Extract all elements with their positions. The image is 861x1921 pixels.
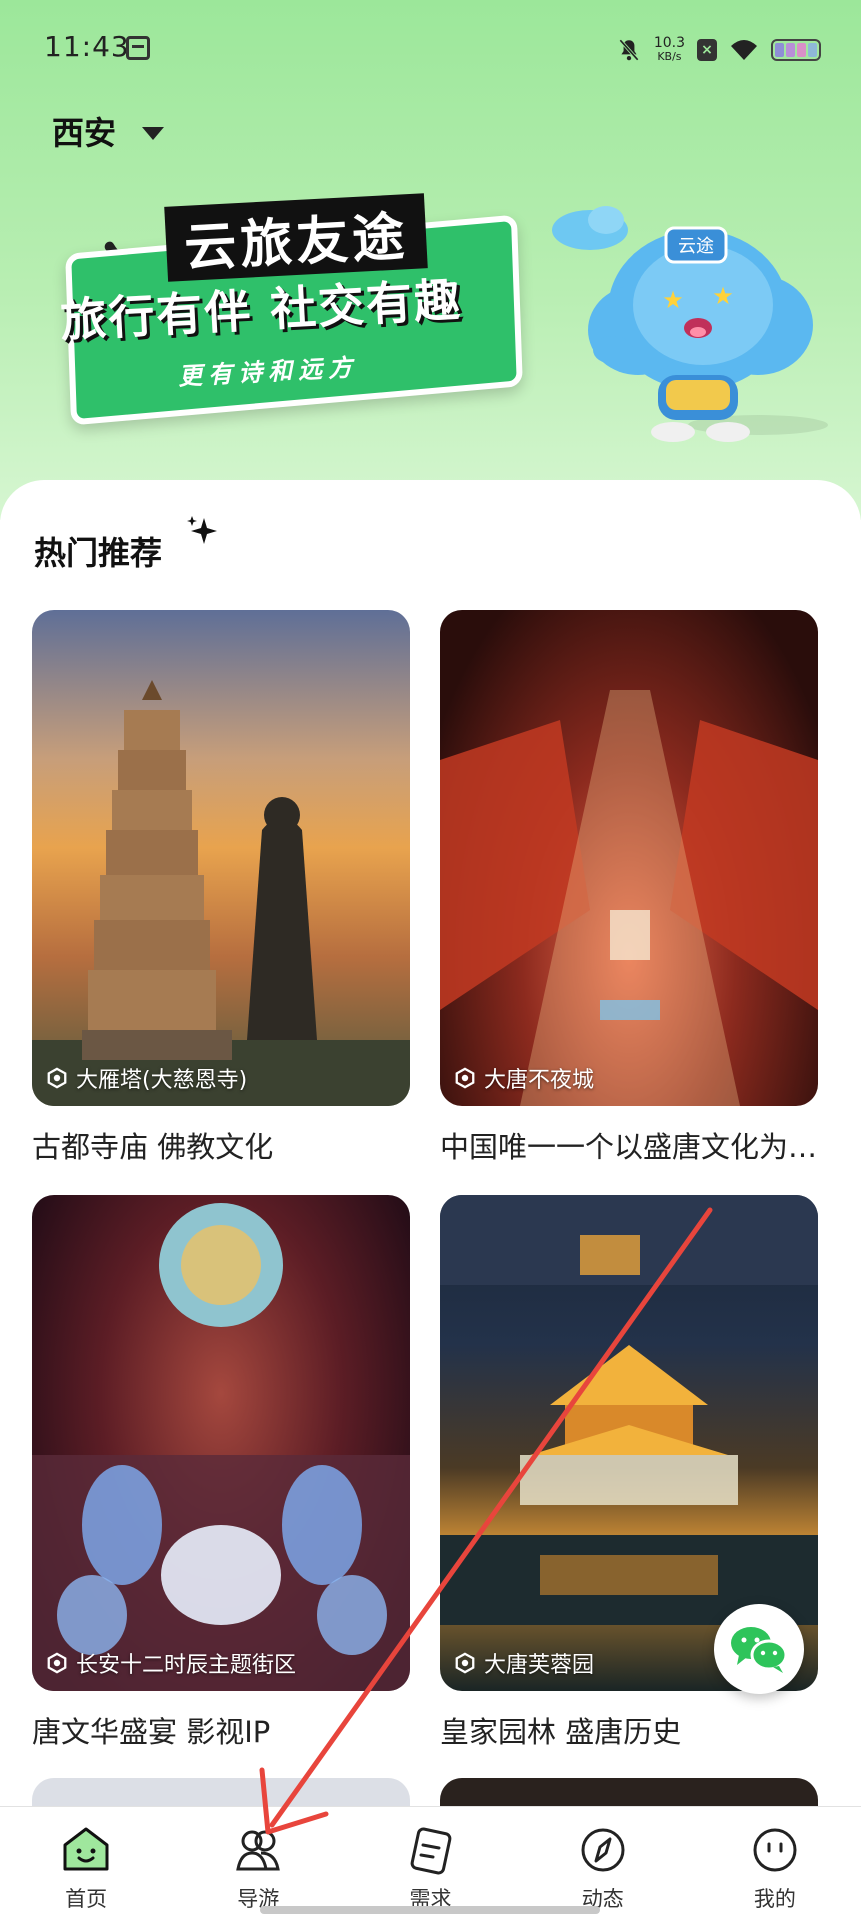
svg-text:★: ★ bbox=[712, 282, 734, 310]
location-tag: 长安十二时辰主题街区 bbox=[46, 1647, 296, 1679]
nav-item-guide[interactable]: 导游 bbox=[172, 1807, 344, 1921]
city-name: 西安 bbox=[52, 114, 117, 152]
card-title: 古都寺庙 佛教文化 bbox=[32, 1130, 274, 1164]
bottom-nav: 首页 导游 需求 动态 我的 bbox=[0, 1806, 861, 1921]
card-image: 大唐不夜城 bbox=[440, 610, 818, 1106]
location-tag-text: 大雁塔(大慈恩寺) bbox=[76, 1068, 248, 1093]
nav-item-home[interactable]: 首页 bbox=[0, 1807, 172, 1921]
network-speed: 10.3 KB/s bbox=[654, 36, 685, 64]
status-icons: 10.3 KB/s × bbox=[616, 30, 821, 70]
home-face-icon bbox=[63, 1827, 109, 1871]
network-speed-value: 10.3 bbox=[653, 35, 685, 51]
battery-icon bbox=[771, 39, 821, 61]
svg-text:★: ★ bbox=[662, 286, 684, 314]
wechat-share-button[interactable] bbox=[714, 1604, 804, 1694]
location-tag-text: 大唐不夜城 bbox=[484, 1068, 595, 1093]
bell-muted-icon bbox=[618, 39, 639, 61]
nav-label: 首页 bbox=[65, 1887, 108, 1911]
location-tag-text: 长安十二时辰主题街区 bbox=[76, 1653, 297, 1678]
wifi-icon bbox=[731, 40, 757, 60]
users-icon bbox=[236, 1830, 281, 1871]
location-tag: 大唐芙蓉园 bbox=[454, 1647, 594, 1679]
caret-down-icon bbox=[142, 126, 165, 140]
section-title: 热门推荐 bbox=[32, 528, 165, 574]
nav-item-feed[interactable]: 动态 bbox=[517, 1807, 689, 1921]
card-title: 唐文华盛宴 影视IP bbox=[32, 1715, 271, 1749]
location-pin-icon bbox=[47, 1652, 67, 1674]
night-street-image bbox=[440, 690, 818, 1106]
nav-item-demand[interactable]: 需求 bbox=[344, 1807, 516, 1921]
location-tag: 大唐不夜城 bbox=[454, 1062, 594, 1094]
stage-performance-image bbox=[32, 1203, 410, 1691]
recommend-card[interactable]: 长安十二时辰主题街区 唐文华盛宴 影视IP bbox=[32, 1195, 410, 1751]
home-indicator bbox=[260, 1906, 600, 1914]
location-pin-icon bbox=[455, 1067, 475, 1089]
sparkle-icon bbox=[187, 516, 217, 544]
location-pin-icon bbox=[47, 1067, 67, 1089]
nav-label: 我的 bbox=[753, 1887, 796, 1911]
nav-item-profile[interactable]: 我的 bbox=[689, 1807, 861, 1921]
card-image: 大雁塔(大慈恩寺) bbox=[32, 610, 410, 1106]
status-bar: 11:43 10.3 KB/s × bbox=[0, 0, 861, 100]
location-pin-icon bbox=[455, 1652, 475, 1674]
pagoda-image bbox=[32, 680, 410, 1106]
promo-banner[interactable]: ❥ 云旅友途 旅行有伴 社交有趣 更有诗和远方 云途 ★ ★ bbox=[48, 193, 828, 442]
profile-face-icon bbox=[753, 1828, 797, 1872]
mascot-badge-text: 云途 bbox=[678, 236, 714, 257]
city-selector[interactable]: 西安 bbox=[52, 108, 165, 154]
notification-icon bbox=[126, 36, 150, 60]
location-tag: 大雁塔(大慈恩寺) bbox=[46, 1062, 247, 1094]
compass-icon bbox=[581, 1828, 625, 1872]
recommend-card[interactable]: 大雁塔(大慈恩寺) 古都寺庙 佛教文化 bbox=[32, 610, 410, 1166]
location-tag-text: 大唐芙蓉园 bbox=[484, 1653, 595, 1678]
card-image: 长安十二时辰主题街区 bbox=[32, 1195, 410, 1691]
network-speed-unit: KB/s bbox=[657, 50, 682, 63]
recommend-card[interactable]: 大唐不夜城 中国唯一一个以盛唐文化为背景的步行街 bbox=[440, 610, 818, 1166]
section-title-text: 热门推荐 bbox=[34, 534, 163, 572]
wechat-icon bbox=[731, 1627, 788, 1673]
status-time: 11:43 bbox=[44, 30, 130, 63]
card-title: 皇家园林 盛唐历史 bbox=[440, 1715, 682, 1749]
sim-x-icon: × bbox=[697, 39, 717, 61]
card-title: 中国唯一一个以盛唐文化为背景的步行街 bbox=[440, 1130, 818, 1164]
cloud-mascot-icon: 云途 ★ ★ bbox=[552, 206, 828, 442]
document-icon bbox=[410, 1827, 451, 1875]
